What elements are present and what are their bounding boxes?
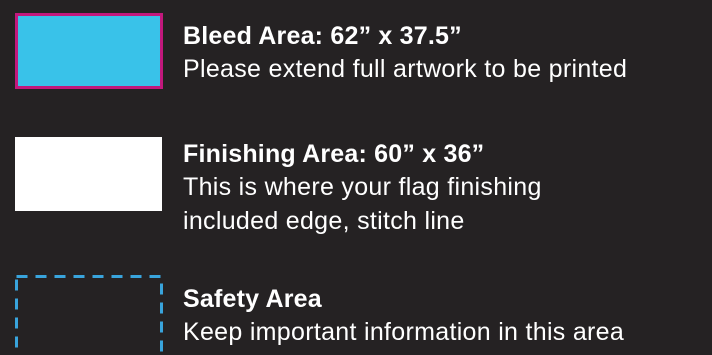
- finishing-area-description-line2: included edge, stitch line: [183, 204, 708, 238]
- safety-area-title: Safety Area: [183, 283, 708, 315]
- bleed-area-description: Please extend full artwork to be printed: [183, 52, 708, 86]
- bleed-area-text: Bleed Area: 62” x 37.5” Please extend fu…: [183, 20, 708, 86]
- dashed-border-icon: [15, 275, 163, 355]
- bleed-area-title: Bleed Area: 62” x 37.5”: [183, 20, 708, 52]
- finishing-area-text: Finishing Area: 60” x 36” This is where …: [183, 138, 708, 238]
- finishing-area-title: Finishing Area: 60” x 36”: [183, 138, 708, 170]
- safety-area-description: Keep important information in this area: [183, 315, 708, 349]
- safety-area-text: Safety Area Keep important information i…: [183, 283, 708, 349]
- finishing-area-description-line1: This is where your flag finishing: [183, 170, 708, 204]
- finishing-area-swatch: [15, 137, 162, 211]
- safety-area-swatch: [15, 275, 163, 355]
- bleed-area-swatch: [15, 13, 163, 89]
